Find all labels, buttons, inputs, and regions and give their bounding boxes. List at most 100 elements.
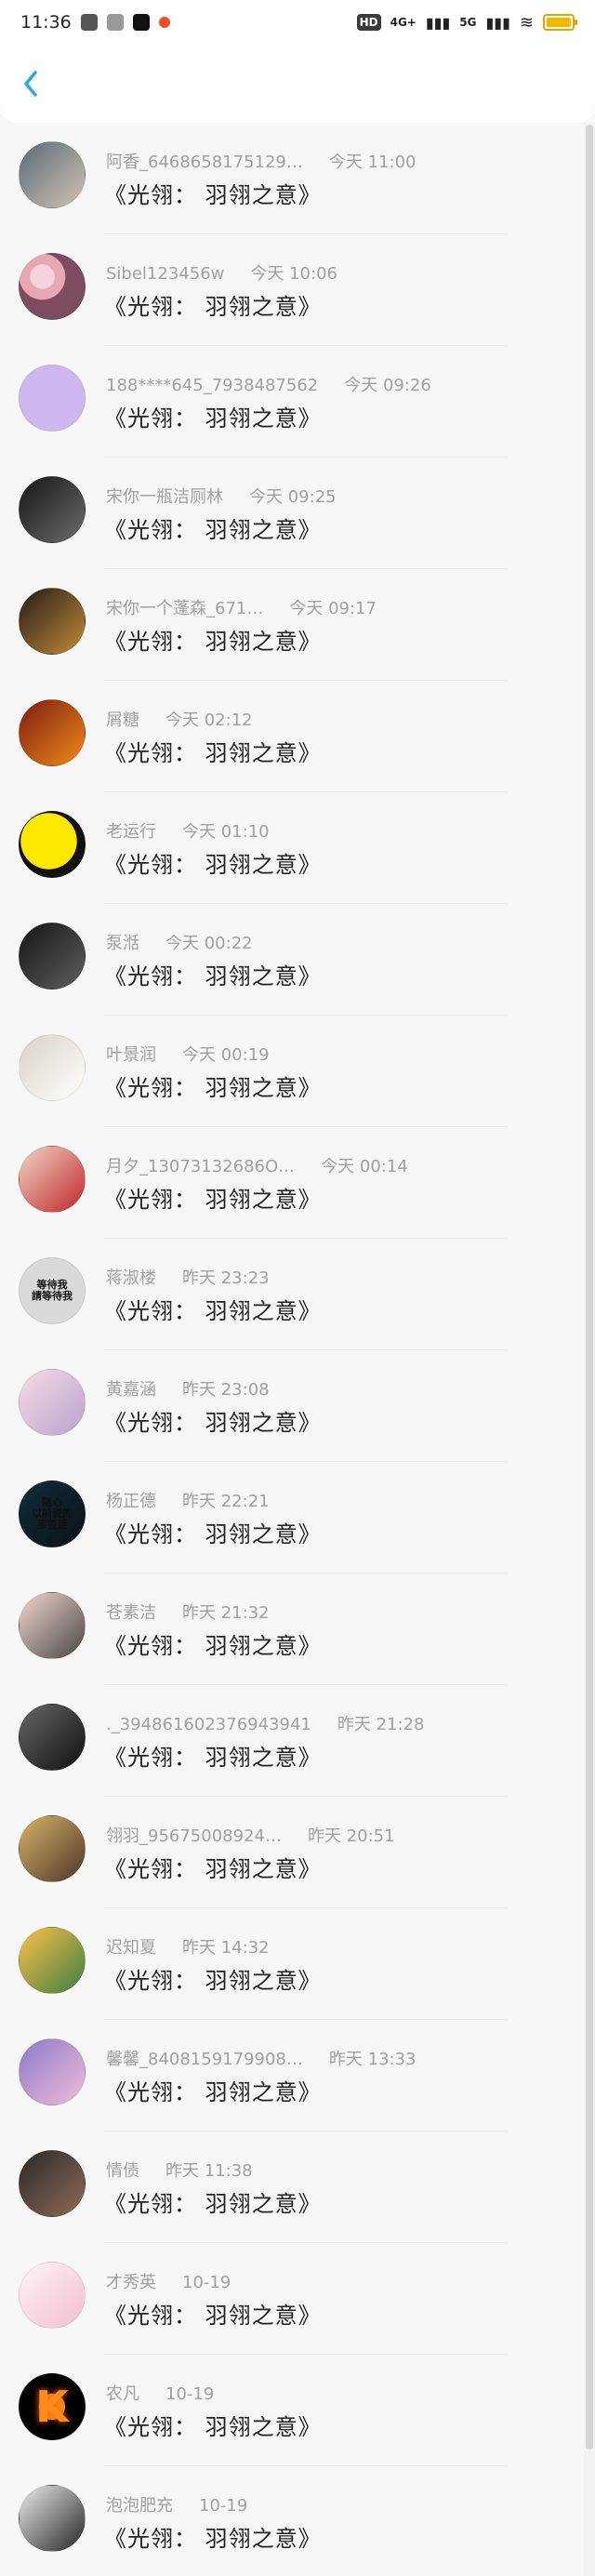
message-meta: 翎羽_95675008924… 昨天 20:51 bbox=[106, 1823, 395, 1847]
message-text: 《光翎： 羽翎之意》 bbox=[104, 1075, 322, 1101]
message-text: 《光翎： 羽翎之意》 bbox=[104, 294, 322, 320]
avatar[interactable] bbox=[19, 923, 86, 989]
message-text: 《光翎： 羽翎之意》 bbox=[104, 1745, 322, 1771]
avatar[interactable]: K bbox=[19, 2373, 86, 2440]
avatar-image bbox=[20, 2039, 85, 2105]
message-meta: 188****645_7938487562 今天 09:26 bbox=[106, 372, 431, 396]
message-time: 今天 11:00 bbox=[328, 153, 416, 172]
message-meta: 宋你一瓶洁厕林 今天 09:25 bbox=[106, 484, 337, 508]
message-time: 昨天 21:28 bbox=[337, 1715, 425, 1734]
message-text: 《光翎： 羽翎之意》 bbox=[104, 629, 322, 655]
list-item[interactable]: 苍素洁 昨天 21:32 《光翎： 羽翎之意》 bbox=[0, 1573, 584, 1685]
status-left: 11:36 bbox=[20, 12, 170, 33]
list-item[interactable]: 月夕_13073132686O… 今天 00:14 《光翎： 羽翎之意》 bbox=[0, 1127, 584, 1239]
message-text: 《光翎： 羽翎之意》 bbox=[104, 2526, 322, 2552]
avatar-image bbox=[20, 1593, 85, 1658]
status-time: 11:36 bbox=[20, 12, 72, 33]
message-text: 《光翎： 羽翎之意》 bbox=[104, 1521, 322, 1547]
list-item[interactable]: Sibel123456w 今天 10:06 《光翎： 羽翎之意》 bbox=[0, 234, 584, 346]
list-item[interactable]: K 农凡 10-19 《光翎： 羽翎之意》 bbox=[0, 2355, 584, 2466]
avatar[interactable] bbox=[19, 365, 86, 432]
message-time: 昨天 14:32 bbox=[182, 1938, 270, 1958]
list-item[interactable]: 情债 昨天 11:38 《光翎： 羽翎之意》 bbox=[0, 2131, 584, 2243]
avatar[interactable] bbox=[19, 1034, 86, 1101]
list-item[interactable]: 泡泡肥充 10-19 《光翎： 羽翎之意》 bbox=[0, 2466, 584, 2576]
list-item[interactable]: 叶景润 今天 00:19 《光翎： 羽翎之意》 bbox=[0, 1016, 584, 1127]
list-item[interactable]: 阿香_6468658175129… 今天 11:00 《光翎： 羽翎之意》 bbox=[0, 123, 584, 234]
message-time: 昨天 21:32 bbox=[182, 1603, 270, 1623]
list-item[interactable]: 馨馨_8408159179908… 昨天 13:33 《光翎： 羽翎之意》 bbox=[0, 2020, 584, 2131]
back-button[interactable] bbox=[19, 67, 43, 100]
network-5g: 5G bbox=[459, 16, 477, 29]
avatar[interactable] bbox=[19, 253, 86, 320]
message-meta: Sibel123456w 今天 10:06 bbox=[106, 260, 337, 285]
list-item[interactable]: 188****645_7938487562 今天 09:26 《光翎： 羽翎之意》 bbox=[0, 346, 584, 458]
avatar[interactable] bbox=[19, 699, 86, 766]
list-item[interactable]: 等待我 請等待我 蒋淑楼 昨天 23:23 《光翎： 羽翎之意》 bbox=[0, 1239, 584, 1350]
message-meta: 迟知夏 昨天 14:32 bbox=[106, 1934, 270, 1959]
avatar[interactable] bbox=[19, 2262, 86, 2329]
message-meta: 苍素洁 昨天 21:32 bbox=[106, 1600, 270, 1624]
message-time: 昨天 11:38 bbox=[165, 2161, 253, 2181]
avatar[interactable] bbox=[19, 1927, 86, 1994]
list-item[interactable]: 宋你一个蓬森_671… 今天 09:17 《光翎： 羽翎之意》 bbox=[0, 569, 584, 681]
message-meta: 叶景润 今天 00:19 bbox=[106, 1042, 270, 1066]
list-item[interactable]: 迟知夏 昨天 14:32 《光翎： 羽翎之意》 bbox=[0, 1908, 584, 2020]
avatar[interactable]: 随心 以前说的 那些话 bbox=[19, 1481, 86, 1547]
message-list: 阿香_6468658175129… 今天 11:00 《光翎： 羽翎之意》 Sibel… bbox=[0, 123, 584, 2576]
avatar[interactable] bbox=[19, 1592, 86, 1659]
message-text: 《光翎： 羽翎之意》 bbox=[104, 2303, 322, 2329]
message-sender: 农凡 bbox=[106, 2384, 139, 2404]
avatar-image bbox=[20, 2151, 85, 2216]
message-meta: 屑糖 今天 02:12 bbox=[106, 707, 253, 731]
list-item[interactable]: 老运行 今天 01:10 《光翎： 羽翎之意》 bbox=[0, 792, 584, 904]
battery-icon bbox=[543, 14, 577, 31]
list-item[interactable]: 泵湉 今天 00:22 《光翎： 羽翎之意》 bbox=[0, 904, 584, 1016]
message-sender: 黄嘉涵 bbox=[106, 1380, 156, 1400]
message-sender: 泡泡肥充 bbox=[106, 2496, 173, 2516]
avatar[interactable] bbox=[19, 588, 86, 655]
list-item[interactable]: 才秀英 10-19 《光翎： 羽翎之意》 bbox=[0, 2243, 584, 2355]
avatar-label: 等待我 請等待我 bbox=[32, 1278, 73, 1302]
avatar[interactable] bbox=[19, 476, 86, 543]
avatar[interactable] bbox=[19, 141, 86, 208]
message-meta: 才秀英 10-19 bbox=[106, 2269, 231, 2293]
message-sender: 泵湉 bbox=[106, 934, 139, 953]
message-sender: 宋你一瓶洁厕林 bbox=[106, 487, 223, 507]
list-item[interactable]: 黄嘉涵 昨天 23:08 《光翎： 羽翎之意》 bbox=[0, 1350, 584, 1462]
avatar[interactable] bbox=[19, 1704, 86, 1771]
message-text: 《光翎： 羽翎之意》 bbox=[104, 1187, 322, 1213]
avatar[interactable] bbox=[19, 2150, 86, 2217]
wifi-icon: ≋ bbox=[519, 12, 534, 33]
avatar[interactable] bbox=[19, 1369, 86, 1436]
list-item[interactable]: 屑糖 今天 02:12 《光翎： 羽翎之意》 bbox=[0, 681, 584, 792]
avatar[interactable] bbox=[19, 1146, 86, 1213]
message-sender: 宋你一个蓬森_671… bbox=[106, 599, 264, 618]
message-meta: 老运行 今天 01:10 bbox=[106, 818, 270, 843]
scrollbar-thumb[interactable] bbox=[586, 125, 593, 2450]
signal-icon: ▮▮▮ bbox=[425, 13, 451, 32]
list-item[interactable]: 宋你一瓶洁厕林 今天 09:25 《光翎： 羽翎之意》 bbox=[0, 458, 584, 569]
avatar-label: K bbox=[35, 2381, 69, 2432]
list-item[interactable]: ._3948616023769439​41 昨天 21:28 《光翎： 羽翎之意》 bbox=[0, 1685, 584, 1797]
avatar-image bbox=[20, 1147, 85, 1212]
avatar[interactable] bbox=[19, 2485, 86, 2552]
list-item[interactable]: 随心 以前说的 那些话 杨正德 昨天 22:21 《光翎： 羽翎之意》 bbox=[0, 1462, 584, 1573]
message-time: 今天 00:14 bbox=[321, 1157, 408, 1176]
message-meta: 宋你一个蓬森_671… 今天 09:17 bbox=[106, 595, 377, 619]
message-time: 昨天 23:08 bbox=[182, 1380, 270, 1400]
avatar[interactable] bbox=[19, 1815, 86, 1882]
avatar-image bbox=[20, 2486, 85, 2551]
message-meta: 蒋淑楼 昨天 23:23 bbox=[106, 1265, 270, 1289]
avatar-label: 随心 以前说的 那些话 bbox=[32, 1495, 73, 1532]
avatar[interactable] bbox=[19, 811, 86, 878]
message-sender: 叶景润 bbox=[106, 1045, 156, 1065]
message-text: 《光翎： 羽翎之意》 bbox=[104, 1633, 322, 1659]
avatar[interactable] bbox=[19, 2038, 86, 2105]
message-text: 《光翎： 羽翎之意》 bbox=[104, 2191, 322, 2217]
list-item[interactable]: 翎羽_95675008924… 昨天 20:51 《光翎： 羽翎之意》 bbox=[0, 1797, 584, 1908]
message-time: 今天 10:06 bbox=[250, 264, 337, 284]
avatar[interactable]: 等待我 請等待我 bbox=[19, 1257, 86, 1324]
message-time: 今天 09:26 bbox=[344, 376, 431, 395]
avatar-image bbox=[20, 812, 85, 877]
